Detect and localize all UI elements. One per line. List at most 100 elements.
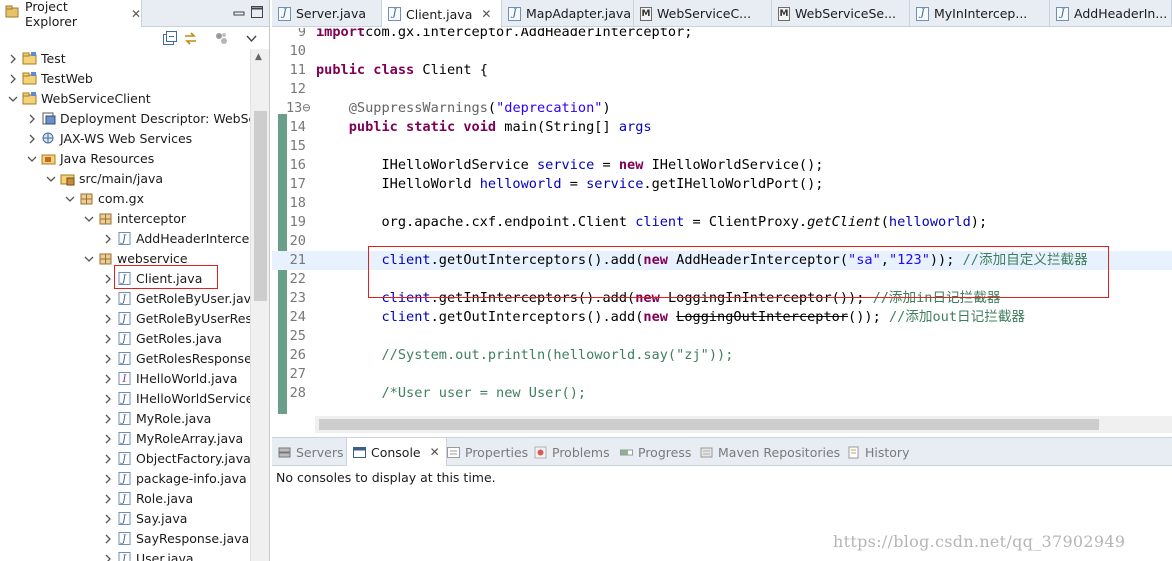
tree-vertical-scrollbar[interactable]: ▲ xyxy=(250,49,269,561)
tree-item[interactable]: J SayResponse.java xyxy=(0,529,250,549)
code-line[interactable]: 12 xyxy=(272,80,1172,99)
chevron-down-icon[interactable] xyxy=(46,174,56,184)
tree-item[interactable]: J User.java xyxy=(0,549,250,561)
tree-item[interactable]: Test xyxy=(0,49,250,69)
editor-tab[interactable]: J AddHeaderIn... xyxy=(1050,0,1172,27)
chevron-right-icon[interactable] xyxy=(27,114,37,124)
chevron-right-icon[interactable] xyxy=(103,314,113,324)
tree-item[interactable]: J GetRolesResponse xyxy=(0,349,252,369)
editor-tab[interactable]: J Server.java xyxy=(272,0,382,27)
link-with-editor-icon[interactable] xyxy=(183,31,198,46)
close-icon[interactable]: ✕ xyxy=(131,7,141,21)
chevron-right-icon[interactable] xyxy=(103,334,113,344)
console-tab[interactable]: Console ✕ xyxy=(346,438,447,466)
code-line[interactable]: 25 xyxy=(272,327,1172,346)
tree-item[interactable]: J ObjectFactory.java xyxy=(0,449,251,469)
code-line[interactable]: 15 xyxy=(272,137,1172,156)
editor-tab[interactable]: M WebServiceC... xyxy=(634,0,772,27)
chevron-down-icon[interactable] xyxy=(84,254,94,264)
minimize-icon[interactable] xyxy=(232,5,246,19)
code-editor[interactable]: 9 importcom.gx.interceptor.AddHeaderInter… xyxy=(272,28,1172,432)
tree-item[interactable]: WebServiceClient xyxy=(0,89,250,109)
chevron-right-icon[interactable] xyxy=(103,414,113,424)
chevron-right-icon[interactable] xyxy=(8,74,18,84)
editor-scroll-thumb[interactable] xyxy=(319,419,1099,430)
chevron-down-icon[interactable] xyxy=(65,194,75,204)
console-tab[interactable]: History xyxy=(847,438,909,466)
code-line[interactable]: 10 xyxy=(272,42,1172,61)
chevron-right-icon[interactable] xyxy=(103,474,113,484)
chevron-right-icon[interactable] xyxy=(103,434,113,444)
highlight-box-interceptor-line xyxy=(368,246,1109,298)
tree-item[interactable]: J GetRoleByUser.java xyxy=(0,289,259,309)
code-line[interactable]: 19 org.apache.cxf.endpoint.Client client… xyxy=(272,213,1172,232)
console-tab[interactable]: Properties xyxy=(447,438,528,466)
tree-item[interactable]: src/main/java xyxy=(0,169,250,189)
code-line[interactable]: 18 xyxy=(272,194,1172,213)
chevron-down-icon[interactable] xyxy=(244,31,259,46)
chevron-right-icon[interactable] xyxy=(8,54,18,64)
chevron-down-icon[interactable] xyxy=(27,154,37,164)
maximize-icon[interactable] xyxy=(250,5,264,19)
editor-tab[interactable]: M WebServiceSe... xyxy=(772,0,910,27)
chevron-right-icon[interactable] xyxy=(103,294,113,304)
chevron-right-icon[interactable] xyxy=(103,354,113,364)
code-token: client xyxy=(381,309,431,325)
code-line[interactable]: 13⊖ @SuppressWarnings("deprecation") xyxy=(272,99,1172,118)
chevron-right-icon[interactable] xyxy=(103,534,113,544)
tree-item[interactable]: I IHelloWorld.java xyxy=(0,369,250,389)
tree-item[interactable]: J Role.java xyxy=(0,489,250,509)
code-line[interactable]: 16 IHelloWorldService service = new IHel… xyxy=(272,156,1172,175)
console-tab[interactable]: Maven Repositories xyxy=(700,438,840,466)
collapse-all-icon[interactable] xyxy=(162,31,177,46)
tree-item[interactable]: J Say.java xyxy=(0,509,250,529)
code-line[interactable]: 24 client.getOutInterceptors().add(new L… xyxy=(272,308,1172,327)
tree-item[interactable]: J MyRoleArray.java xyxy=(0,429,250,449)
code-text: IHelloWorld helloworld = service.getIHel… xyxy=(316,175,823,194)
chevron-right-icon[interactable] xyxy=(103,394,113,404)
scroll-up-icon[interactable]: ▲ xyxy=(255,52,262,62)
chevron-down-icon[interactable] xyxy=(84,214,94,224)
editor-tab[interactable]: J MapAdapter.java xyxy=(502,0,634,27)
tree-item[interactable]: Deployment Descriptor: WebSer xyxy=(0,109,261,129)
console-tab[interactable]: Progress xyxy=(620,438,691,466)
tree-item[interactable]: J GetRoleByUserRes xyxy=(0,309,252,329)
chevron-down-icon[interactable] xyxy=(8,94,18,104)
view-menu-icon[interactable] xyxy=(214,31,229,46)
code-line[interactable]: 26 //System.out.println(helloworld.say("… xyxy=(272,346,1172,365)
editor-tab[interactable]: J MyInIntercep... xyxy=(910,0,1050,27)
close-icon[interactable]: ✕ xyxy=(430,445,440,459)
code-line[interactable]: 9 importcom.gx.interceptor.AddHeaderInter… xyxy=(272,28,1172,42)
tab-project-explorer[interactable]: Project Explorer ✕ xyxy=(0,0,142,29)
chevron-right-icon[interactable] xyxy=(103,454,113,464)
console-tab[interactable]: Problems xyxy=(534,438,610,466)
code-line[interactable]: 28 /*User user = new User(); xyxy=(272,384,1172,403)
tree-item[interactable]: Java Resources xyxy=(0,149,250,169)
chevron-right-icon[interactable] xyxy=(103,274,113,284)
chevron-right-icon[interactable] xyxy=(103,234,113,244)
tree-item[interactable]: com.gx xyxy=(0,189,250,209)
chevron-right-icon[interactable] xyxy=(103,374,113,384)
chevron-right-icon[interactable] xyxy=(103,514,113,524)
console-tab[interactable]: Servers xyxy=(278,438,344,466)
tree-scroll-thumb[interactable] xyxy=(254,111,267,301)
editor-tab[interactable]: J Client.java ✕ xyxy=(382,0,502,28)
code-line[interactable]: 17 IHelloWorld helloworld = service.getI… xyxy=(272,175,1172,194)
editor-horizontal-scrollbar[interactable] xyxy=(315,416,1172,433)
tree-item[interactable]: interceptor xyxy=(0,209,250,229)
tree-item[interactable]: JAX-WS Web Services xyxy=(0,129,250,149)
tree-item[interactable]: J GetRoles.java xyxy=(0,329,250,349)
line-number: 10 xyxy=(289,43,306,59)
code-line[interactable]: 14 public static void main(String[] args xyxy=(272,118,1172,137)
chevron-right-icon[interactable] xyxy=(27,134,37,144)
tree-item[interactable]: J MyRole.java xyxy=(0,409,250,429)
chevron-right-icon[interactable] xyxy=(103,554,113,561)
close-icon[interactable]: ✕ xyxy=(481,7,491,21)
tree-item[interactable]: J AddHeaderIntercep xyxy=(0,229,257,249)
tree-item[interactable]: TestWeb xyxy=(0,69,250,89)
tree-item[interactable]: Jpackage-info.java xyxy=(0,469,250,489)
code-line[interactable]: 27 xyxy=(272,365,1172,384)
chevron-right-icon[interactable] xyxy=(103,494,113,504)
tree-item[interactable]: J IHelloWorldService xyxy=(0,389,253,409)
code-line[interactable]: 11 public class Client { xyxy=(272,61,1172,80)
